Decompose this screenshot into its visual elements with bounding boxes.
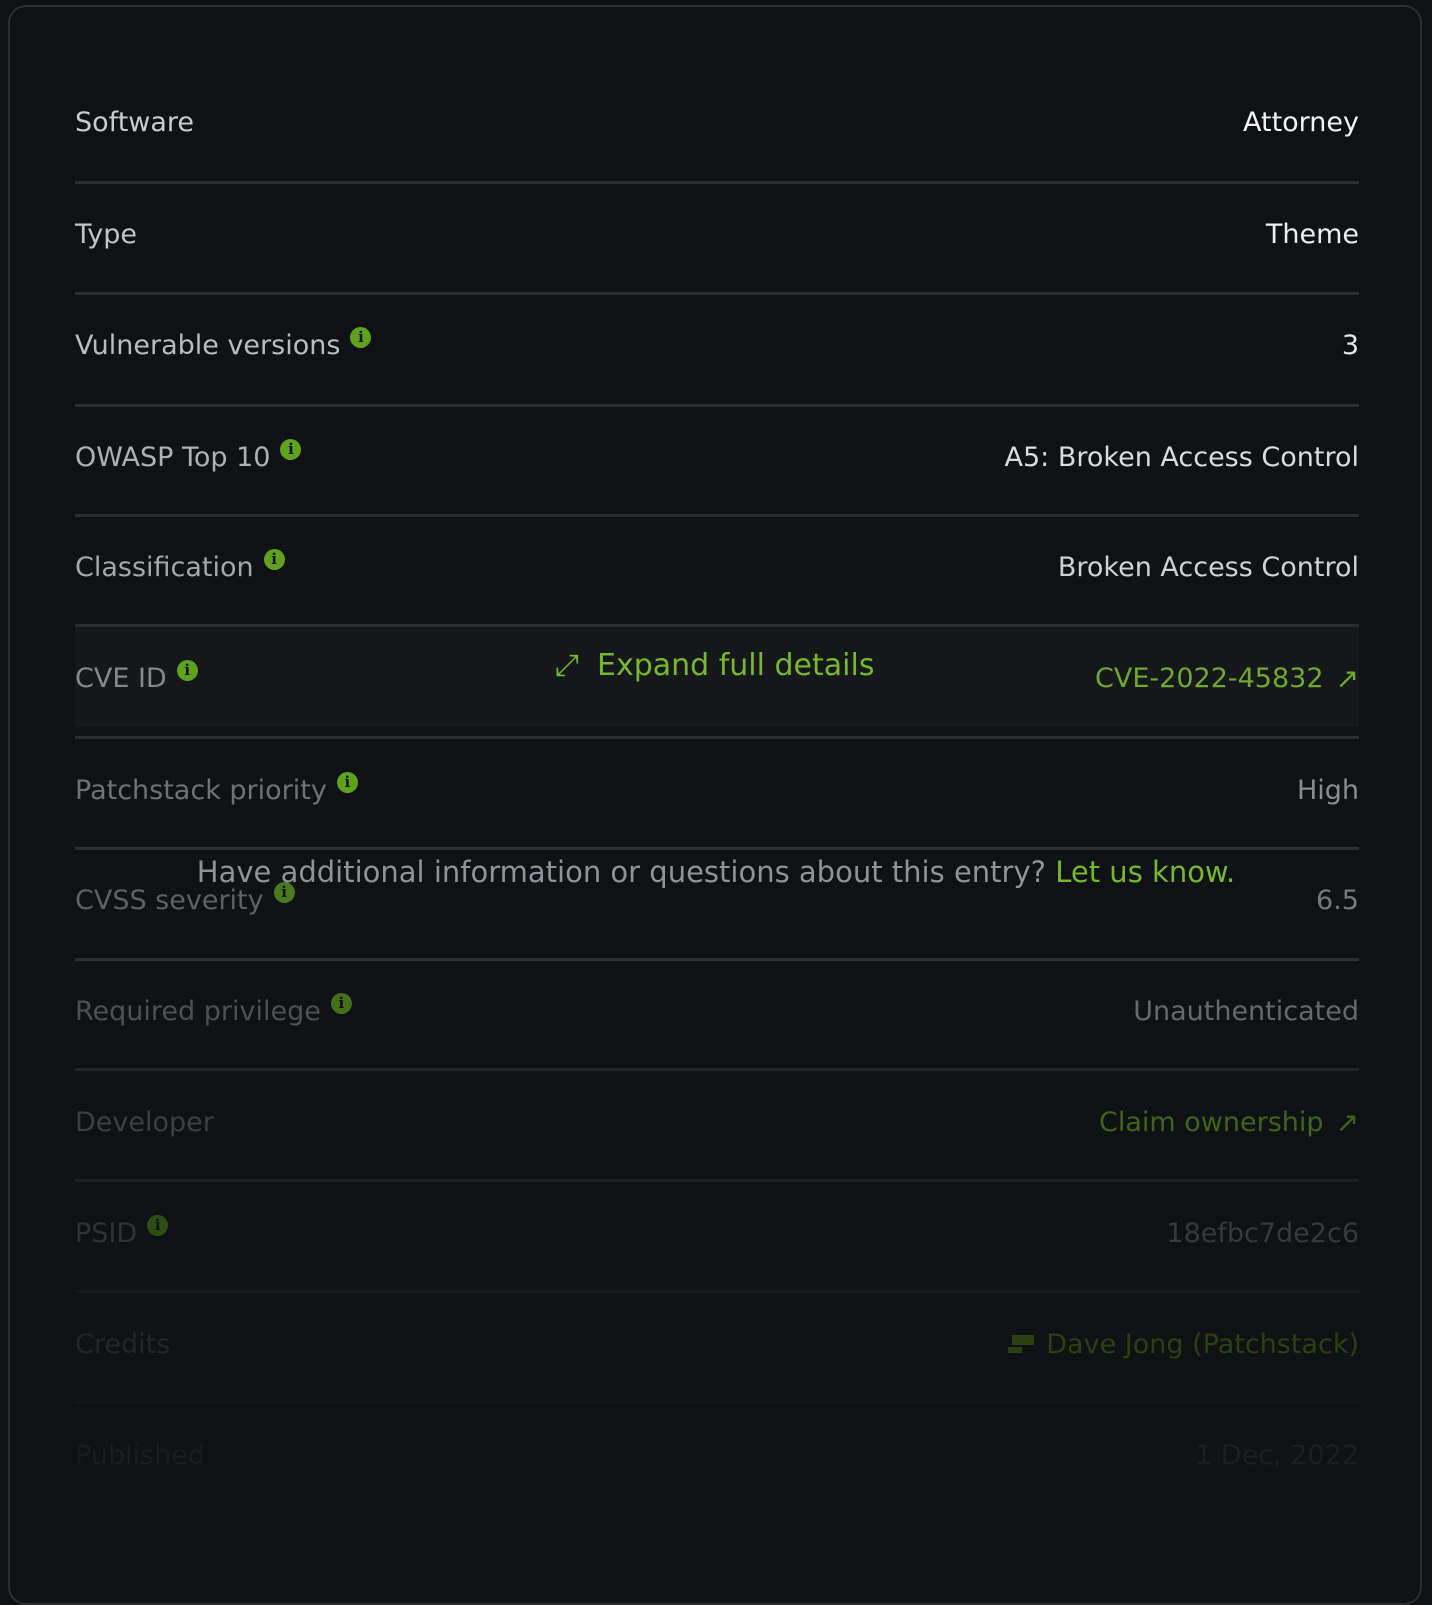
value-credits: Dave Jong (Patchstack)	[1046, 1328, 1359, 1360]
row-developer: Developer Claim ownership ↗	[75, 1067, 1359, 1177]
label-classification: Classification	[75, 551, 254, 583]
value-priority: High	[1296, 774, 1359, 806]
row-label: Type	[75, 219, 137, 250]
info-icon[interactable]: i	[330, 992, 352, 1014]
feedback-text: Have additional information or questions…	[196, 855, 1047, 889]
label-cvss: CVSS severity	[75, 884, 264, 916]
row-value: Unauthenticated	[1133, 996, 1359, 1027]
label-credits: Credits	[75, 1328, 171, 1360]
row-value: 6.5	[1316, 885, 1359, 916]
label-developer: Developer	[75, 1106, 214, 1138]
row-label: OWASP Top 10 i	[75, 438, 302, 473]
value-owasp: A5: Broken Access Control	[1004, 441, 1359, 473]
info-icon[interactable]: i	[176, 659, 198, 681]
value-privilege: Unauthenticated	[1133, 995, 1359, 1027]
cve-link[interactable]: CVE-2022-45832 ↗	[1095, 662, 1359, 695]
vulnerability-details-card: Software Attorney Type Theme Vulnerable …	[8, 5, 1422, 1605]
expand-icon: ⤢	[555, 648, 579, 683]
external-link-icon: ↗	[1335, 1105, 1359, 1139]
feedback-prompt: Have additional information or questions…	[0, 855, 1432, 889]
label-priority: Patchstack priority	[75, 774, 327, 806]
external-link-icon: ↗	[1335, 661, 1359, 695]
row-label: Developer	[75, 1107, 214, 1138]
value-cvss: 6.5	[1316, 884, 1359, 916]
value-vulnerable-versions: 3	[1341, 329, 1359, 361]
row-label: Classification i	[75, 548, 285, 583]
row-label: Credits	[75, 1329, 170, 1360]
row-patchstack-priority: Patchstack priority i High	[75, 735, 1359, 845]
expand-full-details-button[interactable]: ⤢ Expand full details	[555, 648, 874, 683]
value-classification: Broken Access Control	[1057, 551, 1359, 583]
row-value: High	[1297, 775, 1359, 806]
expand-label: Expand full details	[597, 648, 875, 683]
value-published: 1 Dec, 2022	[1195, 1439, 1359, 1471]
label-published: Published	[75, 1439, 205, 1471]
label-privilege: Required privilege	[75, 995, 321, 1027]
row-credits: Credits Dave Jong (Patchstack)	[75, 1289, 1359, 1399]
row-required-privilege: Required privilege i Unauthenticated	[75, 956, 1359, 1066]
row-label: CVSS severity i	[75, 881, 295, 916]
info-icon[interactable]: i	[280, 438, 302, 460]
row-label: Software	[75, 107, 194, 138]
credits-link[interactable]: Dave Jong (Patchstack)	[1008, 1329, 1359, 1360]
info-icon[interactable]: i	[350, 326, 372, 348]
label-cve-id: CVE ID	[75, 662, 167, 694]
row-classification: Classification i Broken Access Control	[75, 512, 1359, 622]
row-owasp: OWASP Top 10 i A5: Broken Access Control	[75, 402, 1359, 512]
row-value: Broken Access Control	[1058, 552, 1359, 583]
label-type: Type	[75, 218, 138, 250]
info-icon[interactable]: i	[263, 548, 285, 570]
let-us-know-link[interactable]: Let us know.	[1055, 855, 1235, 889]
row-label: Published	[75, 1440, 205, 1471]
value-type: Theme	[1265, 218, 1359, 250]
info-icon[interactable]: i	[147, 1214, 169, 1236]
chat-icon	[1008, 1335, 1035, 1353]
value-psid: 18efbc7de2c6	[1166, 1217, 1359, 1249]
value-software: Attorney	[1242, 106, 1359, 138]
value-cve-id: CVE-2022-45832	[1095, 662, 1324, 694]
value-developer: Claim ownership	[1099, 1106, 1324, 1138]
row-value: 1 Dec, 2022	[1195, 1440, 1359, 1471]
label-psid: PSID	[75, 1217, 138, 1249]
row-value: 18efbc7de2c6	[1166, 1218, 1359, 1249]
row-label: Vulnerable versions i	[75, 326, 372, 361]
row-value: Theme	[1266, 219, 1359, 250]
label-software: Software	[75, 106, 195, 138]
info-icon[interactable]: i	[336, 771, 358, 793]
row-published: Published 1 Dec, 2022	[75, 1400, 1359, 1510]
row-value: 3	[1342, 330, 1359, 361]
row-psid: PSID i 18efbc7de2c6	[75, 1178, 1359, 1288]
claim-ownership-link[interactable]: Claim ownership ↗	[1099, 1106, 1359, 1139]
label-vulnerable-versions: Vulnerable versions	[75, 329, 341, 361]
row-software: Software Attorney	[75, 67, 1359, 177]
row-vulnerable-versions: Vulnerable versions i 3	[75, 290, 1359, 400]
label-owasp: OWASP Top 10	[75, 441, 271, 473]
row-label: PSID i	[75, 1214, 169, 1249]
row-value: A5: Broken Access Control	[1005, 442, 1359, 473]
row-label: Required privilege i	[75, 992, 352, 1027]
row-label: Patchstack priority i	[75, 771, 358, 806]
row-value: Attorney	[1243, 107, 1359, 138]
row-type: Type Theme	[75, 179, 1359, 289]
row-label: CVE ID i	[75, 659, 198, 694]
